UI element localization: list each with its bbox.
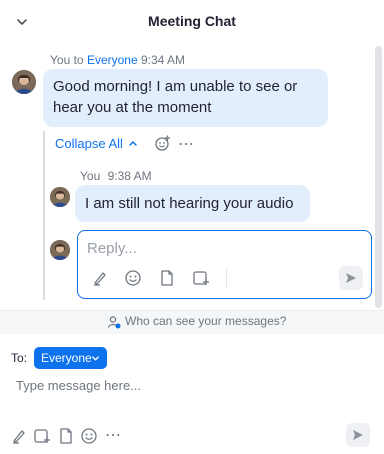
screenshot-icon[interactable] — [33, 427, 51, 445]
reply-sender: You — [80, 169, 101, 183]
privacy-link[interactable]: Who can see your messages? — [125, 314, 286, 328]
message-input[interactable]: Type message here... — [16, 378, 141, 393]
message-connector: to — [73, 53, 84, 67]
recipient-dropdown[interactable]: Everyone — [34, 347, 107, 369]
send-icon — [351, 428, 365, 442]
message-sender: You — [50, 53, 71, 67]
chevron-up-icon[interactable] — [128, 138, 138, 148]
message-recipient[interactable]: Everyone — [87, 53, 138, 67]
file-icon[interactable] — [158, 269, 176, 287]
message-time: 9:34 AM — [141, 53, 186, 67]
format-icon[interactable] — [91, 269, 109, 287]
send-button[interactable] — [346, 423, 370, 447]
file-icon[interactable] — [57, 427, 75, 445]
to-label: To: — [11, 351, 28, 365]
avatar — [50, 240, 70, 260]
avatar[interactable] — [50, 187, 70, 207]
more-horizontal-icon[interactable]: ⋯ — [105, 425, 121, 445]
reply-placeholder: Reply... — [87, 240, 137, 257]
page-title: Meeting Chat — [148, 13, 236, 29]
message-bubble[interactable]: Good morning! I am unable to see or hear… — [43, 69, 328, 127]
recipient-label: Everyone — [41, 351, 92, 365]
chevron-down-icon — [91, 354, 100, 363]
emoji-add-icon[interactable] — [154, 134, 172, 152]
reply-time: 9:38 AM — [107, 169, 152, 183]
format-icon[interactable] — [10, 427, 28, 445]
thread-line — [43, 131, 45, 300]
reply-bubble[interactable]: I am still not hearing your audio — [75, 185, 310, 222]
send-icon — [344, 271, 358, 285]
emoji-icon[interactable] — [80, 427, 98, 445]
screenshot-icon[interactable] — [192, 269, 210, 287]
message-text: Good morning! I am unable to see or hear… — [53, 78, 298, 116]
reply-meta: You 9:38 AM — [80, 169, 152, 183]
reply-text: I am still not hearing your audio — [85, 195, 294, 212]
send-button[interactable] — [339, 266, 363, 290]
emoji-icon[interactable] — [124, 269, 142, 287]
toolbar-divider — [226, 269, 227, 287]
user-lock-icon[interactable] — [107, 315, 121, 329]
collapse-all-button[interactable]: Collapse All — [55, 136, 123, 151]
collapse-all-label: Collapse All — [55, 136, 123, 151]
scrollbar-thumb[interactable] — [375, 46, 382, 308]
more-horizontal-icon[interactable]: ⋯ — [178, 134, 195, 154]
avatar[interactable] — [12, 70, 36, 94]
message-meta: You to Everyone 9:34 AM — [50, 53, 185, 67]
